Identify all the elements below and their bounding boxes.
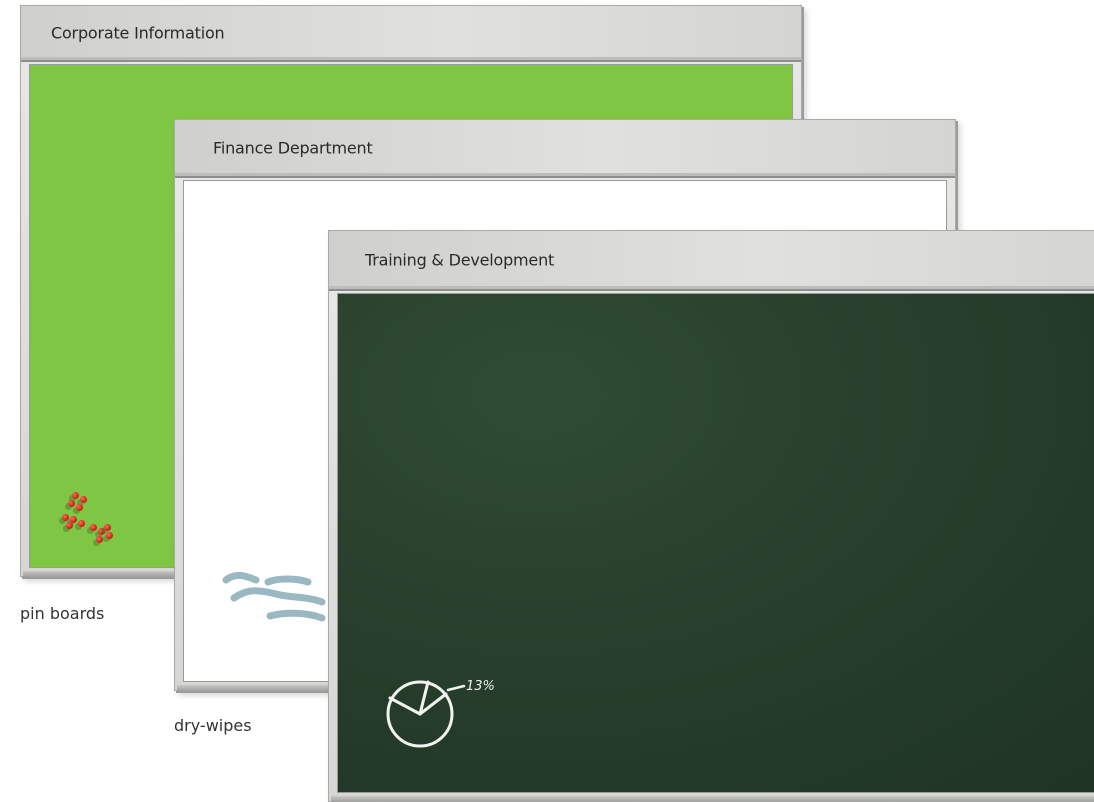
chalk-pie-chart-icon: 13% xyxy=(386,679,495,748)
board-header: Training & Development xyxy=(329,231,1094,291)
push-pin xyxy=(72,492,79,499)
push-pin xyxy=(68,500,75,507)
push-pin xyxy=(78,520,85,527)
board-title-training-development: Training & Development xyxy=(365,250,555,270)
caption-pin-boards: pin boards xyxy=(20,604,105,623)
push-pin xyxy=(90,524,97,531)
board-ledge xyxy=(331,796,1094,802)
push-pin xyxy=(62,514,69,521)
push-pin xyxy=(106,532,113,539)
marker-squiggle-icon xyxy=(222,571,326,622)
push-pin xyxy=(96,536,103,543)
caption-dry-wipes: dry-wipes xyxy=(174,716,252,735)
push-pin xyxy=(104,524,111,531)
board-title-finance-department: Finance Department xyxy=(213,138,373,158)
pie-percent-label: 13% xyxy=(466,679,495,694)
board-header: Finance Department xyxy=(175,120,955,178)
board-title-corporate-information: Corporate Information xyxy=(51,23,225,43)
board-header: Corporate Information xyxy=(21,6,801,62)
push-pin xyxy=(66,522,73,529)
push-pin xyxy=(80,496,87,503)
push-pin xyxy=(76,504,83,511)
